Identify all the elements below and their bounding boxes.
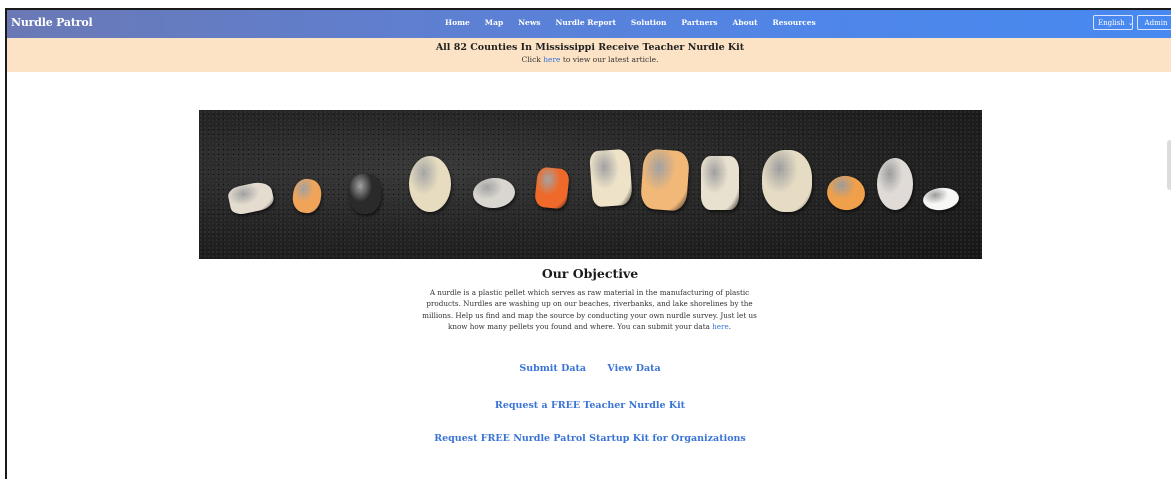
banner-sub-prefix: Click [521, 55, 544, 64]
nav-nurdle-report[interactable]: Nurdle Report [556, 18, 616, 27]
nav-partners[interactable]: Partners [681, 18, 717, 27]
chevron-down-icon: ⌄ [1127, 19, 1134, 27]
nav-news[interactable]: News [518, 18, 540, 27]
banner-article-link[interactable]: here [543, 55, 560, 64]
teacher-kit-link[interactable]: Request a FREE Teacher Nurdle Kit [7, 400, 1171, 411]
objective-title: Our Objective [541, 266, 639, 281]
banner-title: All 82 Counties In Mississippi Receive T… [435, 42, 745, 53]
nav-about[interactable]: About [733, 18, 758, 27]
data-links: Submit Data View Data [7, 363, 1171, 374]
objective-text: A nurdle is a plastic pellet which serve… [421, 287, 758, 333]
language-label: English [1098, 19, 1125, 27]
nav-resources[interactable]: Resources [773, 18, 816, 27]
nav-links: Home Map News Nurdle Report Solution Par… [445, 18, 831, 27]
top-navbar: Nurdle Patrol Home Map News Nurdle Repor… [7, 10, 1171, 38]
nurdle-pellet [762, 150, 812, 212]
admin-button[interactable]: Admin [1137, 15, 1171, 30]
announcement-banner: All 82 Counties In Mississippi Receive T… [7, 38, 1171, 72]
nurdle-pellet [877, 158, 913, 210]
brand-logo[interactable]: Nurdle Patrol [11, 16, 93, 29]
org-kit-link[interactable]: Request FREE Nurdle Patrol Startup Kit f… [7, 433, 1171, 444]
nurdle-pellet [589, 148, 633, 208]
scrollbar-thumb[interactable] [1167, 140, 1171, 190]
page-frame: Nurdle Patrol Home Map News Nurdle Repor… [5, 8, 1171, 479]
objective-end: . [728, 322, 732, 332]
banner-sub-suffix: to view our latest article. [560, 55, 659, 64]
nav-solution[interactable]: Solution [631, 18, 667, 27]
hero-image-nurdles [199, 110, 982, 259]
nurdle-pellet [533, 166, 571, 210]
nurdle-pellet [701, 156, 739, 210]
nav-home[interactable]: Home [445, 18, 470, 27]
view-data-link[interactable]: View Data [607, 363, 660, 374]
language-select[interactable]: English ⌄ [1093, 15, 1134, 30]
nurdle-pellet [349, 174, 381, 214]
banner-subtitle: Click here to view our latest article. [7, 55, 1171, 64]
submit-data-link[interactable]: Submit Data [519, 363, 586, 374]
nav-map[interactable]: Map [485, 18, 503, 27]
objective-body: A nurdle is a plastic pellet which serve… [422, 288, 757, 332]
nurdle-pellet [639, 148, 691, 212]
nurdle-pellet [409, 156, 451, 212]
submit-data-inline-link[interactable]: here [712, 322, 729, 331]
